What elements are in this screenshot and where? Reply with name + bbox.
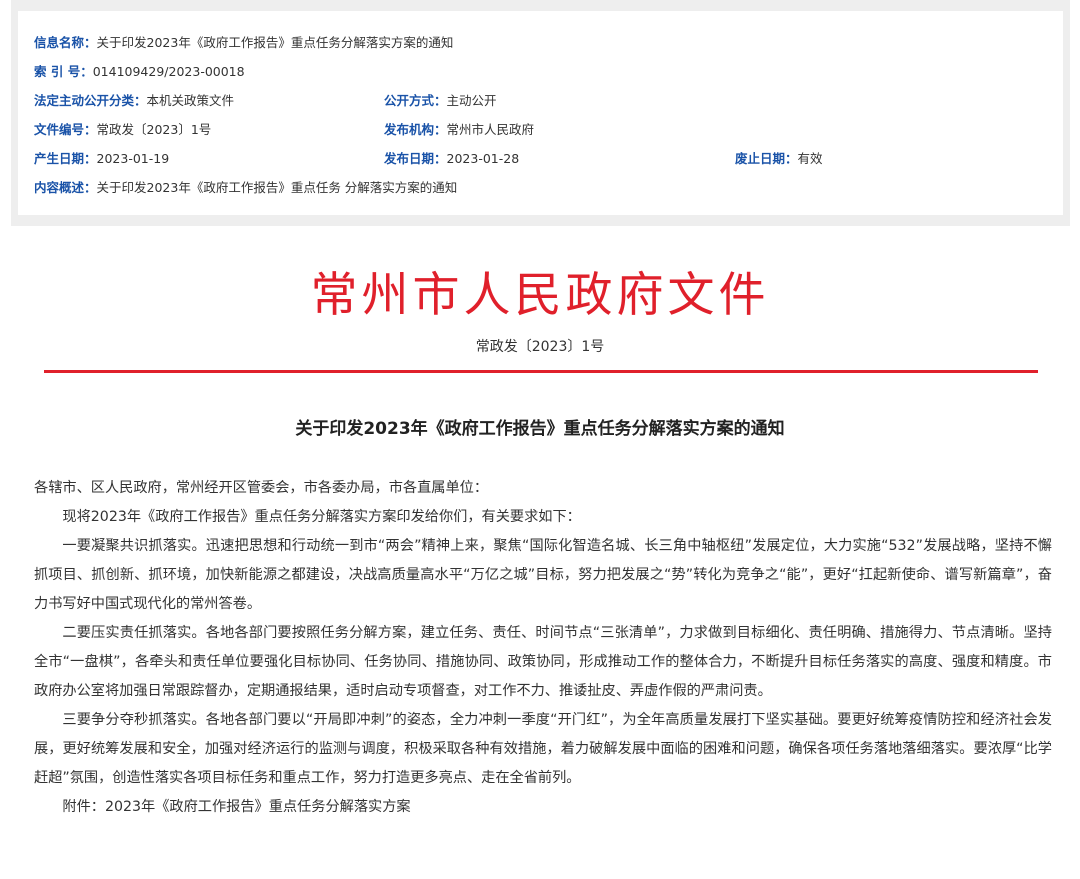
info-summary-label: 内容概述：	[34, 180, 97, 195]
info-row-index: 索 引 号：014109429/2023-00018	[34, 62, 245, 82]
info-created-cell: 产生日期：2023-01-19	[34, 149, 169, 169]
addressee-line: 各辖市、区人民政府，常州经开区管委会，市各委办局，市各直属单位：	[34, 480, 489, 496]
info-disclosure-value: 主动公开	[446, 93, 497, 108]
info-published-cell: 发布日期：2023-01-28	[384, 149, 519, 169]
info-category-label: 法定主动公开分类：	[34, 93, 147, 108]
info-category-value: 本机关政策文件	[146, 93, 235, 108]
info-name-label: 信息名称：	[34, 35, 97, 50]
info-expiry-cell: 废止日期：有效	[735, 149, 823, 169]
info-row-category: 法定主动公开分类：本机关政策文件 公开方式：主动公开	[34, 91, 1034, 111]
info-issuer-cell: 发布机构：常州市人民政府	[384, 120, 534, 140]
document-body: 各辖市、区人民政府，常州经开区管委会，市各委办局，市各直属单位： 现将2023年…	[34, 474, 1052, 822]
info-row-summary: 内容概述：关于印发2023年《政府工作报告》重点任务 分解落实方案的通知	[34, 178, 457, 198]
attachment-line: 附件：2023年《政府工作报告》重点任务分解落实方案	[62, 799, 411, 815]
document-title: 常州市人民政府文件	[310, 268, 770, 323]
info-row-dates: 产生日期：2023-01-19 发布日期：2023-01-28 废止日期：有效	[34, 149, 1034, 169]
info-created-value: 2023-01-19	[96, 151, 170, 166]
info-summary-value: 关于印发2023年《政府工作报告》重点任务 分解落实方案的通知	[96, 180, 458, 195]
intro-paragraph: 现将2023年《政府工作报告》重点任务分解落实方案印发给你们，有关要求如下：	[62, 509, 581, 525]
info-published-value: 2023-01-28	[446, 151, 520, 166]
info-row-docno: 文件编号：常政发〔2023〕1号 发布机构：常州市人民政府	[34, 120, 1034, 140]
info-issuer-label: 发布机构：	[384, 122, 447, 137]
info-category-cell: 法定主动公开分类：本机关政策文件	[34, 91, 234, 111]
info-docno-cell: 文件编号：常政发〔2023〕1号	[34, 120, 211, 140]
info-issuer-value: 常州市人民政府	[446, 122, 535, 137]
info-row-name: 信息名称：关于印发2023年《政府工作报告》重点任务分解落实方案的通知	[34, 33, 453, 53]
info-index-label: 索 引 号：	[34, 64, 93, 79]
info-published-label: 发布日期：	[384, 151, 447, 166]
paragraph-1: 一要凝聚共识抓落实。迅速把思想和行动统一到市“两会”精神上来，聚焦“国际化智造名…	[34, 538, 1052, 612]
paragraph-2: 二要压实责任抓落实。各地各部门要按照任务分解方案，建立任务、责任、时间节点“三张…	[34, 625, 1052, 699]
paragraph-3: 三要争分夺秒抓落实。各地各部门要以“开局即冲刺”的姿态，全力冲刺一季度“开门红”…	[34, 712, 1052, 786]
info-created-label: 产生日期：	[34, 151, 97, 166]
info-table: 信息名称：关于印发2023年《政府工作报告》重点任务分解落实方案的通知 索 引 …	[18, 11, 1063, 215]
info-index-value: 014109429/2023-00018	[92, 64, 245, 79]
red-divider	[44, 370, 1038, 373]
info-expiry-label: 废止日期：	[735, 151, 798, 166]
document-number: 常政发〔2023〕1号	[475, 339, 605, 355]
info-disclosure-cell: 公开方式：主动公开	[384, 91, 497, 111]
info-panel: 信息名称：关于印发2023年《政府工作报告》重点任务分解落实方案的通知 索 引 …	[11, 0, 1070, 226]
info-expiry-value: 有效	[797, 151, 823, 166]
info-disclosure-label: 公开方式：	[384, 93, 447, 108]
info-docno-value: 常政发〔2023〕1号	[96, 122, 212, 137]
info-docno-label: 文件编号：	[34, 122, 97, 137]
info-name-value: 关于印发2023年《政府工作报告》重点任务分解落实方案的通知	[96, 35, 454, 50]
notice-title: 关于印发2023年《政府工作报告》重点任务分解落实方案的通知	[295, 419, 785, 439]
